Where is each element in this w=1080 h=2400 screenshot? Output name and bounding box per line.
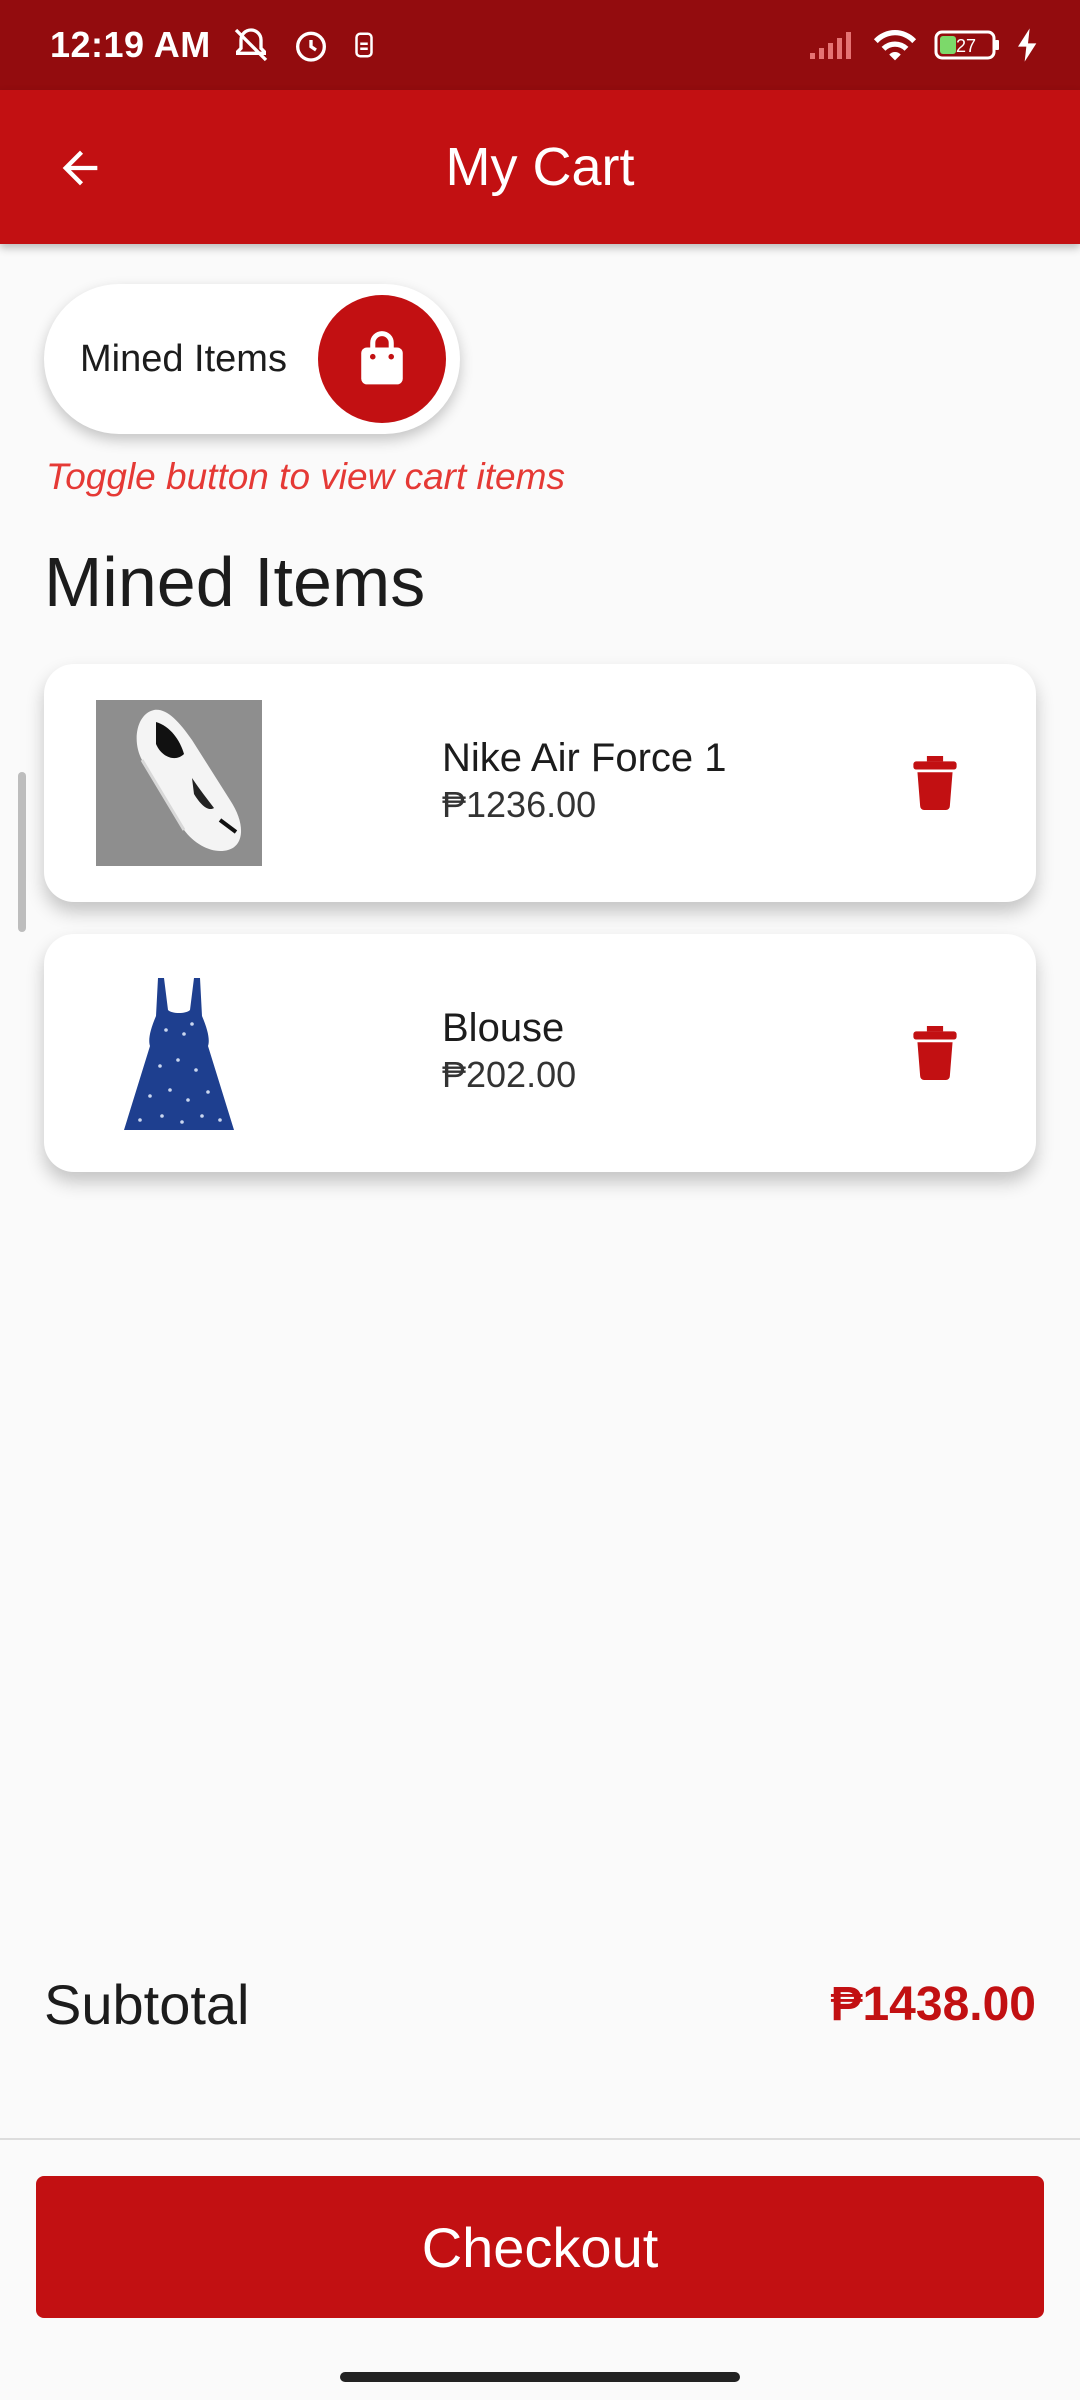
trash-icon <box>913 1026 957 1080</box>
sim-icon <box>349 25 379 65</box>
subtotal-label: Subtotal <box>44 1973 250 2036</box>
home-indicator[interactable] <box>340 2372 740 2382</box>
battery-level: 27 <box>956 36 976 56</box>
arrow-left-icon <box>62 150 98 186</box>
status-bar: 12:19 AM 27 <box>0 0 1080 90</box>
cart-item[interactable]: Nike Air Force 1 ₱1236.00 <box>44 664 1036 902</box>
status-right: 27 <box>808 27 1038 63</box>
item-name: Blouse <box>442 1006 565 1050</box>
item-info: Blouse ₱202.00 <box>442 1006 576 1096</box>
checkout-button[interactable]: Checkout <box>36 2176 1044 2318</box>
charging-icon <box>1018 28 1038 62</box>
page-title: My Cart <box>445 137 635 197</box>
back-button[interactable] <box>40 128 120 208</box>
status-left: 12:19 AM <box>50 24 379 66</box>
divider <box>0 2138 1080 2140</box>
dress-image <box>96 970 262 1136</box>
toggle-hint: Toggle button to view cart items <box>46 456 565 497</box>
wifi-icon <box>872 27 918 63</box>
alarm-icon <box>291 25 331 65</box>
trash-icon <box>913 756 957 810</box>
scrollbar[interactable] <box>18 772 26 932</box>
toggle-button[interactable] <box>318 295 446 423</box>
item-info: Nike Air Force 1 ₱1236.00 <box>442 736 727 826</box>
bell-muted-icon <box>229 25 273 65</box>
subtotal-row: Subtotal ₱1438.00 <box>44 1972 1036 2037</box>
item-price: ₱1236.00 <box>442 784 597 825</box>
toggle-label: Mined Items <box>80 337 287 380</box>
subtotal-value: ₱1438.00 <box>830 1978 1036 2031</box>
shopping-bag-icon <box>361 331 403 385</box>
sneaker-image <box>96 700 262 866</box>
status-time: 12:19 AM <box>50 24 211 65</box>
battery-icon: 27 <box>934 28 1002 62</box>
app-bar: My Cart <box>0 90 1080 244</box>
section-title: Mined Items <box>44 543 426 621</box>
signal-icon <box>808 29 856 61</box>
item-price: ₱202.00 <box>442 1054 577 1095</box>
delete-button[interactable] <box>902 1020 968 1086</box>
cart-list: Nike Air Force 1 ₱1236.00 Blouse ₱202.00 <box>44 664 1036 1204</box>
mined-items-toggle[interactable]: Mined Items <box>44 284 460 434</box>
item-name: Nike Air Force 1 <box>442 736 727 780</box>
delete-button[interactable] <box>902 750 968 816</box>
cart-item[interactable]: Blouse ₱202.00 <box>44 934 1036 1172</box>
